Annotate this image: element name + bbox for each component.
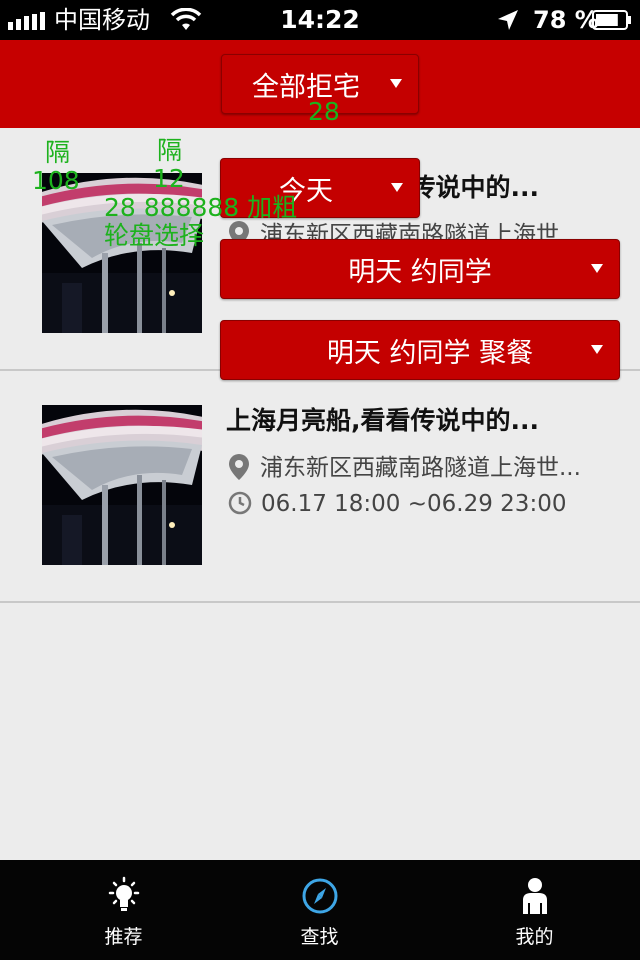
tomorrow-friends-party-dropdown[interactable]: 明天 约同学 聚餐 <box>220 320 620 380</box>
event-address-text: 浦东新区西藏南路隧道上海世... <box>260 455 581 481</box>
dropdown-label: 明天 约同学 聚餐 <box>326 337 534 369</box>
dropdown-label: 明天 约同学 <box>348 256 492 288</box>
tab-mine[interactable]: 我的 <box>428 860 640 960</box>
debug-gap-value: 12 <box>153 164 185 193</box>
event-title: 上海月亮船,看看传说中的... <box>226 406 539 435</box>
status-bar: 中国移动 14:22 78 % <box>0 0 640 40</box>
compass-icon <box>302 878 337 914</box>
debug-gap-label: 隔 <box>45 138 71 167</box>
location-arrow-icon <box>498 10 518 30</box>
battery-icon <box>592 10 631 30</box>
tab-label: 推荐 <box>104 926 143 948</box>
debug-wheel-note: 轮盘选择 <box>104 221 205 250</box>
debug-font-size-label: 28 <box>308 97 340 126</box>
tab-label: 我的 <box>515 926 554 948</box>
tab-recommend[interactable]: 推荐 <box>17 860 230 960</box>
clock-icon <box>228 491 252 515</box>
tab-search[interactable]: 查找 <box>213 860 426 960</box>
event-list-item[interactable]: 上海月亮船,看看传说中的... 浦东新区西藏南路隧道上海世... 06.17 1… <box>0 371 640 603</box>
tomorrow-friends-dropdown[interactable]: 明天 约同学 <box>220 239 620 299</box>
event-thumbnail <box>42 405 202 565</box>
debug-gap-value: 108 <box>32 166 80 195</box>
dropdown-arrow-icon <box>591 345 603 354</box>
dropdown-arrow-icon <box>391 183 403 192</box>
event-address: 浦东新区西藏南路隧道上海世... <box>228 453 581 483</box>
battery-percentage: 78 % <box>533 6 599 34</box>
dropdown-label: 全部拒宅 <box>252 71 360 103</box>
debug-gap-label: 隔 <box>157 136 183 165</box>
tab-bar: 推荐 查找 我的 <box>0 860 640 960</box>
dropdown-arrow-icon <box>591 264 603 273</box>
person-icon <box>522 878 547 914</box>
event-time: 06.17 18:00 ~06.29 23:00 <box>228 489 566 519</box>
lightbulb-icon <box>108 876 139 911</box>
location-pin-icon <box>229 454 249 480</box>
dropdown-arrow-icon <box>390 79 402 88</box>
tab-label: 查找 <box>300 926 339 948</box>
event-time-text: 06.17 18:00 ~06.29 23:00 <box>261 491 567 517</box>
debug-font-note: 28 888888 加粗 <box>104 193 298 222</box>
